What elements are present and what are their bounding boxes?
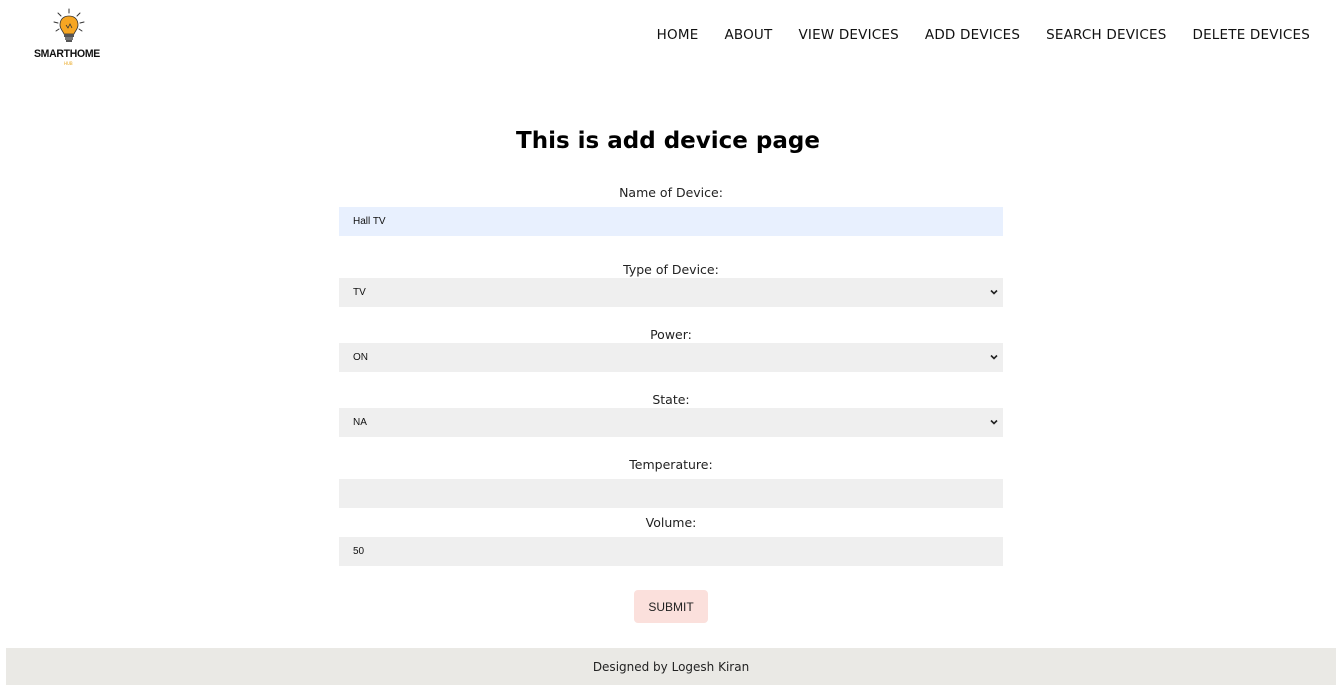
- footer: Designed by Logesh Kiran: [6, 648, 1336, 685]
- page-title: This is add device page: [516, 128, 820, 154]
- power-value: ON: [353, 352, 368, 363]
- nav-item-about[interactable]: ABOUT: [724, 27, 772, 43]
- temperature-input[interactable]: [339, 479, 1003, 508]
- state-label: State:: [652, 392, 690, 407]
- chevron-down-icon: [990, 289, 998, 295]
- volume-input[interactable]: 50: [339, 537, 1003, 566]
- device-type-select[interactable]: TV: [339, 278, 1003, 307]
- volume-value: 50: [353, 546, 365, 557]
- nav-item-add-devices[interactable]: ADD DEVICES: [925, 27, 1020, 43]
- top-nav: HOME ABOUT VIEW DEVICES ADD DEVICES SEAR…: [657, 27, 1310, 43]
- device-type-value: TV: [353, 287, 366, 298]
- volume-label: Volume:: [645, 515, 697, 530]
- name-label: Name of Device:: [619, 185, 723, 200]
- lightbulb-icon: [53, 8, 85, 42]
- power-label: Power:: [650, 327, 692, 342]
- type-label: Type of Device:: [623, 262, 719, 277]
- state-select[interactable]: NA: [339, 408, 1003, 437]
- nav-item-delete-devices[interactable]: DELETE DEVICES: [1192, 27, 1310, 43]
- brand-name: SMARTHOME: [34, 48, 100, 60]
- submit-button[interactable]: SUBMIT: [634, 590, 708, 623]
- nav-item-view-devices[interactable]: VIEW DEVICES: [798, 27, 898, 43]
- device-name-value: Hall TV: [353, 216, 386, 227]
- nav-item-home[interactable]: HOME: [657, 27, 699, 43]
- state-value: NA: [353, 417, 367, 428]
- brand-sub: HUB: [64, 61, 73, 66]
- brand-logo[interactable]: SMARTHOME HUB: [34, 8, 104, 66]
- chevron-down-icon: [990, 419, 998, 425]
- temperature-label: Temperature:: [629, 457, 713, 472]
- nav-item-search-devices[interactable]: SEARCH DEVICES: [1046, 27, 1166, 43]
- device-name-input[interactable]: Hall TV: [339, 207, 1003, 236]
- power-select[interactable]: ON: [339, 343, 1003, 372]
- chevron-down-icon: [990, 354, 998, 360]
- footer-credit: Designed by Logesh Kiran: [592, 659, 750, 674]
